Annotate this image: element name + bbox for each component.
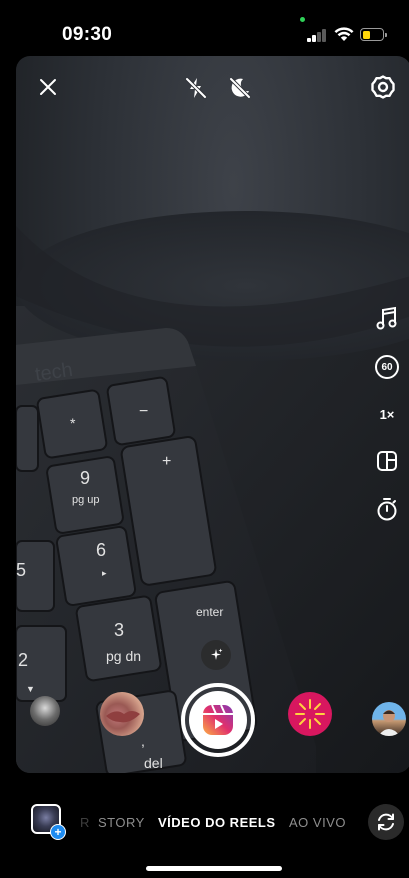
camera-preview[interactable]: tech * − 9 pg up + 6 ▸ 3 pg dn enter 2 ▼… — [16, 56, 409, 773]
sparkle-icon — [211, 648, 223, 660]
burst-graphic — [295, 699, 325, 729]
length-label: 60 — [381, 361, 393, 373]
gear-icon — [371, 75, 395, 99]
effects-browse-button[interactable] — [201, 640, 231, 670]
effect-thumb-3[interactable] — [288, 692, 332, 736]
signal-icon — [307, 28, 329, 42]
lips-graphic — [106, 711, 140, 723]
layout-icon — [377, 451, 397, 471]
svg-text:6: 6 — [96, 540, 106, 560]
svg-text:9: 9 — [80, 468, 90, 488]
svg-text:del: del — [144, 755, 163, 771]
length-button[interactable]: 60 — [373, 353, 401, 381]
timer-icon — [377, 498, 397, 521]
svg-text:+: + — [162, 453, 171, 470]
music-note-icon — [376, 306, 397, 330]
svg-text:2: 2 — [18, 650, 28, 670]
speed-label: 1× — [379, 406, 395, 422]
layout-button[interactable] — [373, 447, 401, 475]
svg-text:pg up: pg up — [72, 494, 100, 506]
flash-off-icon — [185, 77, 207, 99]
flip-camera-icon — [378, 813, 394, 831]
svg-text:*: * — [70, 415, 76, 431]
svg-text:▼: ▼ — [26, 684, 35, 694]
length-icon: 60 — [375, 355, 399, 379]
svg-text:3: 3 — [114, 620, 124, 640]
settings-button[interactable] — [368, 72, 398, 102]
effect-thumb-1[interactable] — [30, 696, 60, 726]
speed-button[interactable]: 1× — [373, 400, 401, 428]
home-indicator[interactable] — [146, 866, 282, 871]
wifi-icon — [334, 27, 354, 41]
flash-button[interactable] — [181, 73, 211, 103]
mode-live[interactable]: AO VIVO — [289, 815, 346, 830]
effect-thumb-4[interactable] — [372, 702, 406, 736]
svg-text:5: 5 — [16, 560, 26, 580]
night-mode-off-icon — [229, 77, 251, 99]
gallery-add-badge: + — [50, 824, 66, 840]
timer-button[interactable] — [373, 495, 401, 523]
status-bar: 09:30 — [0, 0, 409, 56]
mode-story[interactable]: STORY — [98, 815, 145, 830]
battery-icon — [360, 28, 387, 41]
svg-text:▸: ▸ — [102, 568, 107, 578]
avatar-graphic — [378, 710, 400, 736]
audio-button[interactable] — [373, 304, 401, 332]
reels-icon — [203, 704, 233, 735]
record-button-inner — [189, 691, 247, 749]
close-button[interactable] — [33, 72, 63, 102]
privacy-indicator-dot — [300, 17, 305, 22]
low-light-button[interactable] — [225, 73, 255, 103]
svg-text:enter: enter — [196, 605, 223, 619]
svg-text:pg dn: pg dn — [106, 648, 141, 664]
close-icon — [40, 79, 56, 95]
record-button[interactable] — [181, 683, 255, 757]
mode-partial[interactable]: R — [80, 815, 90, 830]
svg-text:−: − — [139, 403, 148, 420]
status-time: 09:30 — [62, 24, 113, 45]
flip-camera-button[interactable] — [368, 804, 404, 840]
mode-reels[interactable]: VÍDEO DO REELS — [158, 815, 276, 830]
effect-thumb-2[interactable] — [100, 692, 144, 736]
